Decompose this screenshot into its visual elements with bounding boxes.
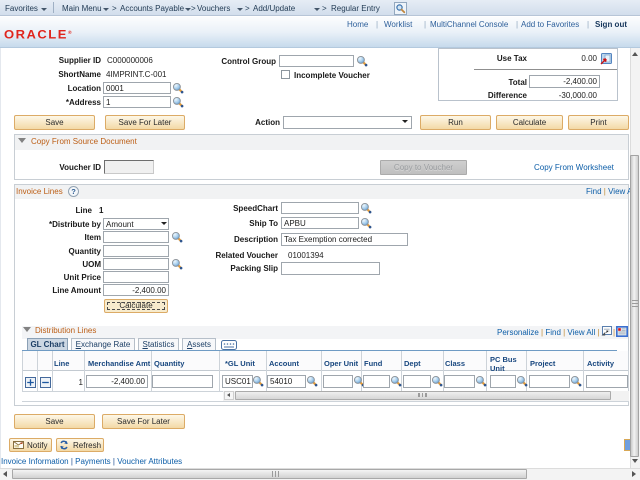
svg-text:?: ?: [71, 187, 76, 196]
